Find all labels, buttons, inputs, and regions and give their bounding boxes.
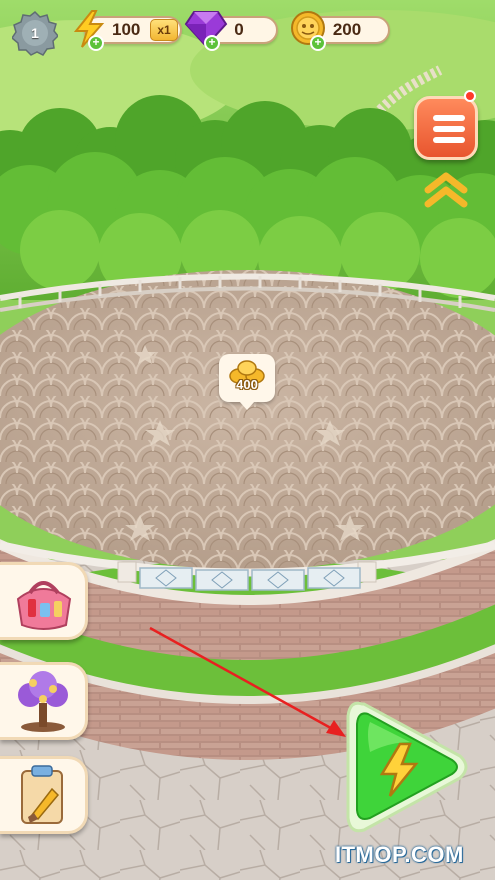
expand-chevron-icon[interactable]: [420, 170, 472, 210]
energy-value: 100: [112, 20, 141, 39]
play-button[interactable]: [340, 692, 474, 842]
notification-dot: [464, 90, 476, 102]
add-gems-button[interactable]: +: [204, 35, 220, 51]
gem-value: 0: [234, 20, 244, 39]
task-list-button[interactable]: [414, 96, 478, 160]
tree-button[interactable]: [0, 662, 88, 740]
coin-value: 200: [332, 20, 362, 39]
tasks-button[interactable]: [0, 756, 88, 834]
energy-multiplier-badge[interactable]: x1: [150, 19, 178, 41]
watermark-text: ITMOP.COM: [335, 842, 464, 867]
cosmetics-bag-icon: [16, 581, 72, 630]
level-badge[interactable]: 1: [12, 10, 58, 56]
coin-reward-amount: 400: [236, 377, 258, 392]
add-coins-button[interactable]: +: [310, 35, 326, 51]
purple-tree-icon: [18, 671, 68, 732]
level-number: 1: [31, 25, 39, 41]
coin-reward-bubble[interactable]: 400: [219, 354, 275, 410]
top-hud: 1 100 x1 + 0 + 200 +: [0, 8, 495, 56]
game-scene: 1 100 x1 + 0 + 200 + 400 ITMOP.COM: [0, 0, 495, 880]
add-energy-button[interactable]: +: [88, 35, 104, 51]
cosmetics-button[interactable]: [0, 562, 88, 640]
task-clipboard-icon: [21, 765, 63, 824]
list-icon: [433, 115, 465, 121]
